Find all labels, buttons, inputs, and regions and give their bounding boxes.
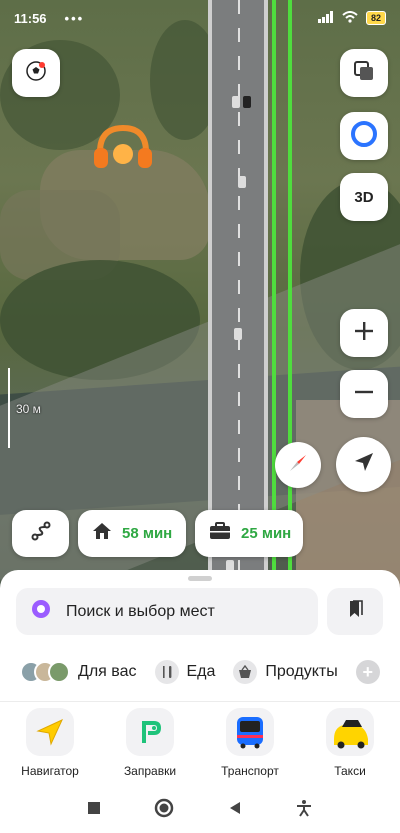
work-route-time: 25 мин (241, 525, 292, 542)
search-placeholder: Поиск и выбор мест (66, 602, 215, 620)
status-time: 11:56 (14, 10, 47, 26)
category-label: Для вас (78, 663, 137, 680)
recents-square-icon[interactable] (87, 801, 101, 820)
map-car (232, 96, 240, 108)
navigator-icon (26, 708, 74, 756)
route-options-button[interactable] (12, 510, 69, 557)
map-car (238, 176, 246, 188)
signal-icon (317, 10, 334, 26)
fuel-icon (126, 708, 174, 756)
headphones-poi-icon[interactable] (90, 122, 156, 172)
app-label: Транспорт (221, 764, 279, 778)
search-input[interactable]: Поиск и выбор мест (16, 588, 318, 635)
map-car (234, 328, 242, 340)
plus-icon (353, 320, 375, 347)
category-groceries[interactable]: Продукты (233, 660, 338, 684)
bus-icon (226, 708, 274, 756)
briefcase-icon (209, 522, 231, 545)
zoom-in-button[interactable] (340, 309, 388, 357)
alice-icon (350, 120, 378, 153)
compass-icon (286, 451, 310, 480)
home-route-button[interactable]: 58 мин (78, 510, 186, 557)
accessibility-icon[interactable] (295, 799, 313, 822)
basket-icon (233, 660, 258, 684)
work-route-button[interactable]: 25 мин (195, 510, 303, 557)
divider (0, 701, 400, 702)
zoom-out-button[interactable] (340, 370, 388, 418)
soccer-ball-icon (25, 60, 47, 87)
map-car (243, 96, 251, 108)
category-label: Продукты (265, 663, 338, 680)
app-label: Такси (334, 764, 366, 778)
location-arrow-icon (352, 450, 376, 479)
wifi-icon (342, 10, 358, 26)
map-scale-label: 30 м (16, 402, 41, 416)
ball-button[interactable] (12, 49, 60, 97)
category-row: Для вас Еда Продукты + (0, 652, 400, 692)
alice-button[interactable] (340, 112, 388, 160)
layers-button[interactable] (340, 49, 388, 97)
fork-knife-icon (154, 660, 179, 684)
map-scale: 30 м (8, 368, 41, 448)
home-route-time: 58 мин (122, 525, 173, 542)
category-food[interactable]: Еда (154, 660, 216, 684)
3d-label: 3D (354, 188, 374, 206)
bookmark-icon (345, 599, 365, 624)
category-more[interactable]: + (355, 660, 380, 684)
back-triangle-icon[interactable] (228, 801, 242, 820)
app-taxi[interactable]: Такси (300, 708, 400, 778)
category-for-you[interactable]: Для вас (20, 661, 137, 683)
home-circle-icon[interactable] (154, 798, 174, 823)
battery-icon: 82 (365, 11, 386, 25)
system-nav-bar (0, 788, 400, 833)
3d-button[interactable]: 3D (340, 173, 388, 221)
plus-icon: + (355, 660, 380, 684)
bottom-sheet[interactable]: Поиск и выбор мест Для вас Еда Продукты … (0, 570, 400, 833)
app-transport[interactable]: Транспорт (200, 708, 300, 778)
status-notification-dots: ••• (64, 10, 85, 26)
app-fuel[interactable]: Заправки (100, 708, 200, 778)
my-location-button[interactable] (336, 437, 391, 492)
route-icon (29, 519, 53, 548)
status-bar: 11:56 ••• 82 (0, 0, 400, 36)
app-label: Навигатор (21, 764, 79, 778)
app-label: Заправки (123, 764, 177, 778)
compass-button[interactable] (275, 442, 321, 488)
minus-icon (353, 381, 375, 408)
layers-icon (352, 59, 376, 88)
bookmarks-button[interactable] (327, 588, 383, 635)
alice-icon (30, 598, 52, 625)
avatars-icon (20, 661, 70, 683)
category-label: Еда (186, 663, 216, 680)
sheet-drag-handle[interactable] (188, 576, 212, 581)
apps-row: Навигатор Заправки Транспорт Такси (0, 708, 400, 788)
taxi-icon (326, 708, 374, 756)
home-icon (92, 522, 112, 545)
app-navigator[interactable]: Навигатор (0, 708, 100, 778)
